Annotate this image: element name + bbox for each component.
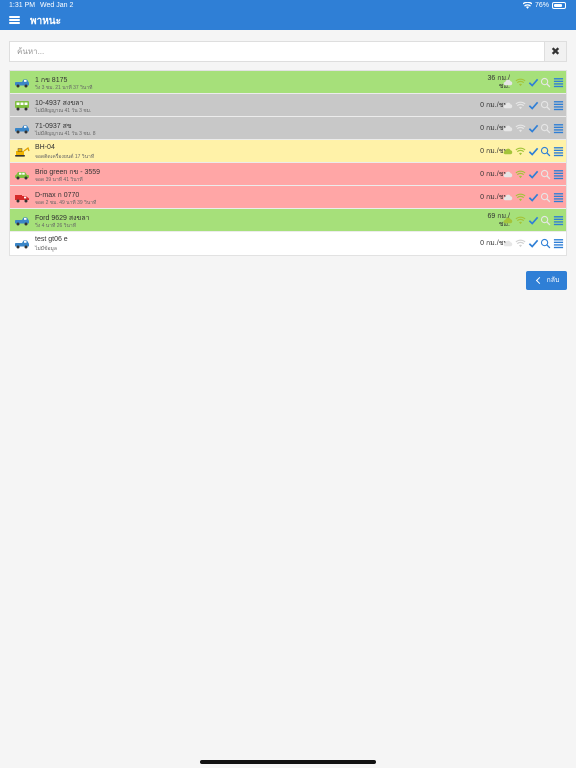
vehicle-row[interactable]: 1 กข 8175 วิ่ง 3 ชม. 21 นาที 37 วินาที 3… <box>10 71 566 94</box>
status-right: 76% <box>522 0 566 11</box>
bus-icon <box>15 101 29 111</box>
search-icon[interactable] <box>540 77 551 88</box>
engine-cloud-icon <box>503 194 513 201</box>
list-menu-icon[interactable] <box>553 169 564 180</box>
list-menu-icon[interactable] <box>553 146 564 157</box>
vehicle-row[interactable]: Ford 9629 สงขลา วิ่ง 4 นาที 26 วินาที 69… <box>10 209 566 232</box>
list-menu-icon[interactable] <box>553 192 564 203</box>
vehicle-speed: 0 กม./ชม. <box>480 171 510 178</box>
engine-cloud-icon <box>503 240 513 247</box>
vehicle-speed: 0 กม./ชม. <box>480 102 510 109</box>
list-menu-icon[interactable] <box>553 77 564 88</box>
search-input[interactable] <box>10 42 544 61</box>
vehicle-list: 1 กข 8175 วิ่ง 3 ชม. 21 นาที 37 วินาที 3… <box>9 70 567 256</box>
battery-icon <box>552 2 566 9</box>
vehicle-row[interactable]: D-max ก 0770 จอด 2 ชม. 49 นาที 39 วินาที… <box>10 186 566 209</box>
vehicle-status-text: ไม่มีสัญญาณ 41 วัน 3 ชม. <box>35 108 92 114</box>
engine-cloud-icon <box>503 217 513 224</box>
search-icon[interactable] <box>540 146 551 157</box>
signal-icon <box>515 124 526 133</box>
vehicle-row[interactable]: Brio green กข - 3559 จอด 39 นาที 41 วินา… <box>10 163 566 186</box>
car-icon <box>15 172 29 180</box>
clear-search-button[interactable]: ✖ <box>544 42 566 61</box>
back-button-label: กลับ <box>546 277 560 284</box>
vehicle-speed: 0 กม./ชม. <box>480 148 510 155</box>
vehicle-status-text: วิ่ง 3 ชม. 21 นาที 37 วินาที <box>35 85 93 91</box>
list-menu-icon[interactable] <box>553 215 564 226</box>
check-icon[interactable] <box>528 169 539 180</box>
search-bar: ✖ <box>9 41 567 62</box>
engine-cloud-icon <box>503 125 513 132</box>
list-menu-icon[interactable] <box>553 123 564 134</box>
home-indicator <box>200 760 376 764</box>
vehicle-row[interactable]: 10-4937 สงขลา ไม่มีสัญญาณ 41 วัน 3 ชม. 0… <box>10 94 566 117</box>
vehicle-name: BH-04 <box>35 144 55 151</box>
vehicle-status-text: ไม่มีข้อมูล <box>35 246 57 252</box>
search-icon[interactable] <box>540 238 551 249</box>
close-icon: ✖ <box>550 46 561 58</box>
status-time: 1:31 PM <box>9 2 36 9</box>
signal-icon <box>515 216 526 225</box>
check-icon[interactable] <box>528 238 539 249</box>
engine-cloud-icon <box>503 148 513 155</box>
vehicle-status-text: ไม่มีสัญญาณ 41 วัน 3 ชม. 8 <box>35 131 96 137</box>
back-button[interactable]: กลับ <box>526 271 567 290</box>
search-icon[interactable] <box>540 100 551 111</box>
search-icon[interactable] <box>540 123 551 134</box>
list-menu-icon[interactable] <box>553 100 564 111</box>
vehicle-row[interactable]: test gt06 e ไม่มีข้อมูล 0 กม./ชม. <box>10 232 566 255</box>
check-icon[interactable] <box>528 146 539 157</box>
vehicle-row[interactable]: 71-0937 สข ไม่มีสัญญาณ 41 วัน 3 ชม. 8 0 … <box>10 117 566 140</box>
check-icon[interactable] <box>528 100 539 111</box>
list-menu-icon[interactable] <box>553 238 564 249</box>
engine-cloud-icon <box>503 171 513 178</box>
signal-icon <box>515 193 526 202</box>
check-icon[interactable] <box>528 192 539 203</box>
engine-cloud-icon <box>503 79 513 86</box>
chevron-left-icon <box>535 276 543 285</box>
pickup-truck-icon <box>15 217 29 226</box>
page-title: พาหนะ <box>30 16 62 27</box>
vehicle-name: test gt06 e <box>35 236 68 243</box>
excavator-icon <box>15 146 30 157</box>
search-icon[interactable] <box>540 192 551 203</box>
check-icon[interactable] <box>528 215 539 226</box>
vehicle-row[interactable]: BH-04 จอดติดเครื่องยนต์ 17 วินาที 0 กม./… <box>10 140 566 163</box>
battery-percent: 76% <box>534 2 549 9</box>
pickup-truck-icon <box>15 240 29 249</box>
vehicle-speed: 0 กม./ชม. <box>480 125 510 132</box>
vehicle-status-text: จอด 39 นาที 41 วินาที <box>35 177 83 183</box>
hamburger-menu-icon[interactable] <box>9 14 20 26</box>
nav-bar: พาหนะ <box>0 11 576 30</box>
engine-cloud-icon <box>503 102 513 109</box>
search-icon[interactable] <box>540 169 551 180</box>
pickup-truck-icon <box>15 79 29 88</box>
vehicle-status-text: วิ่ง 4 นาที 26 วินาที <box>35 223 76 229</box>
vehicle-status-text: จอด 2 ชม. 49 นาที 39 วินาที <box>35 200 97 206</box>
vehicle-status-text: จอดติดเครื่องยนต์ 17 วินาที <box>35 154 95 160</box>
signal-icon <box>515 170 526 179</box>
check-icon[interactable] <box>528 123 539 134</box>
wifi-status-icon <box>522 2 532 9</box>
vehicle-speed: 0 กม./ชม. <box>480 240 510 247</box>
signal-icon <box>515 147 526 156</box>
signal-icon <box>515 101 526 110</box>
signal-icon <box>515 239 526 248</box>
search-icon[interactable] <box>540 215 551 226</box>
check-icon[interactable] <box>528 77 539 88</box>
signal-icon <box>515 78 526 87</box>
status-bar: 1:31 PM Wed Jan 2 76% <box>0 0 576 11</box>
vehicle-speed: 0 กม./ชม. <box>480 194 510 201</box>
status-date: Wed Jan 2 <box>40 2 74 9</box>
pickup-truck-icon <box>15 125 29 134</box>
red-truck-icon <box>15 195 29 203</box>
